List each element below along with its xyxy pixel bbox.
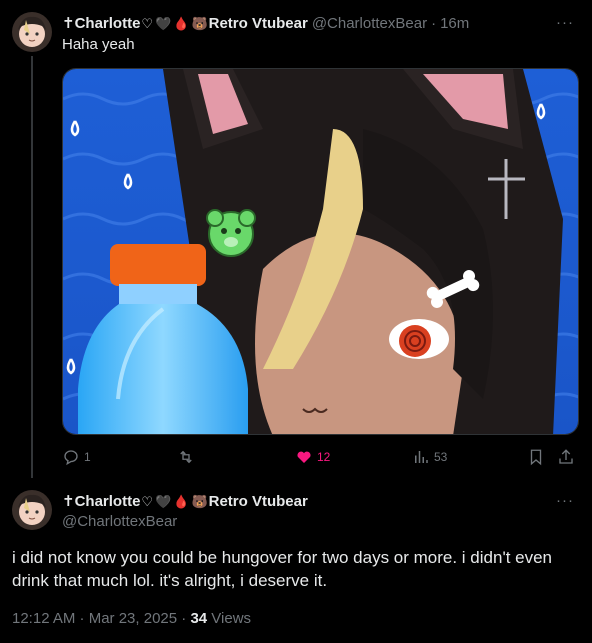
handle[interactable]: @CharlottexBear [62,513,308,530]
reply-icon [64,450,78,466]
handle[interactable]: @CharlottexBear [312,15,427,32]
tweet-text: i did not know you could be hungover for… [12,548,552,590]
tweet-actions: 1 12 53 [62,448,577,468]
tweet-text: Haha yeah [62,36,135,53]
author-info: ✝Charlotte ♡ 🖤 🩸 🐻 Retro Vtubear @Charlo… [62,492,308,531]
tweet-meta: 12:12 AM · Mar 23, 2025 · 34 Views [12,610,251,627]
like-count: 12 [317,450,331,464]
black-heart-icon: 🖤 [155,15,172,31]
bear-icon: 🐻 [191,15,208,31]
views-button[interactable]: 53 [412,448,447,466]
blood-drop-icon: 🩸 [173,493,190,509]
bookmark-button[interactable] [527,448,545,466]
blood-drop-icon: 🩸 [173,15,190,31]
bookmark-icon [530,449,542,466]
avatar[interactable] [12,490,52,530]
heart-outline-icon: ♡ [141,15,154,31]
share-button[interactable] [557,448,575,466]
tweet-media-image[interactable] [62,68,579,435]
heart-outline-icon: ♡ [141,493,154,509]
like-button[interactable]: 12 [295,448,330,466]
avatar[interactable] [12,12,52,52]
thread-line [31,56,33,478]
retweet-button[interactable] [177,448,199,466]
reply-tweet[interactable]: ✝Charlotte ♡ 🖤 🩸 🐻 Retro Vtubear @Charlo… [0,0,592,478]
views-number: 34 [190,610,208,627]
share-icon [559,449,573,464]
more-options-icon[interactable]: ··· [556,14,574,31]
black-heart-icon: 🖤 [155,493,172,509]
heart-icon [297,451,311,463]
timestamp[interactable]: 16m [440,15,469,32]
timestamp[interactable]: 12:12 AM · Mar 23, 2025 · [12,610,190,627]
views-icon [415,451,428,463]
retweet-icon [180,450,192,464]
more-options-icon[interactable]: ··· [556,492,574,509]
views-count: 53 [434,450,448,464]
bear-icon: 🐻 [191,493,208,509]
reply-button[interactable]: 1 [62,448,91,466]
main-tweet: ✝Charlotte ♡ 🖤 🩸 🐻 Retro Vtubear @Charlo… [0,478,592,643]
tweet-header: ✝Charlotte ♡ 🖤 🩸 🐻 Retro Vtubear @Charlo… [62,14,469,33]
separator: · [431,14,437,32]
display-name[interactable]: ✝Charlotte ♡ 🖤 🩸 🐻 Retro Vtubear [62,14,308,33]
reply-count: 1 [84,450,91,464]
display-name[interactable]: ✝Charlotte ♡ 🖤 🩸 🐻 Retro Vtubear [62,492,308,511]
views-label: Views [207,610,252,627]
